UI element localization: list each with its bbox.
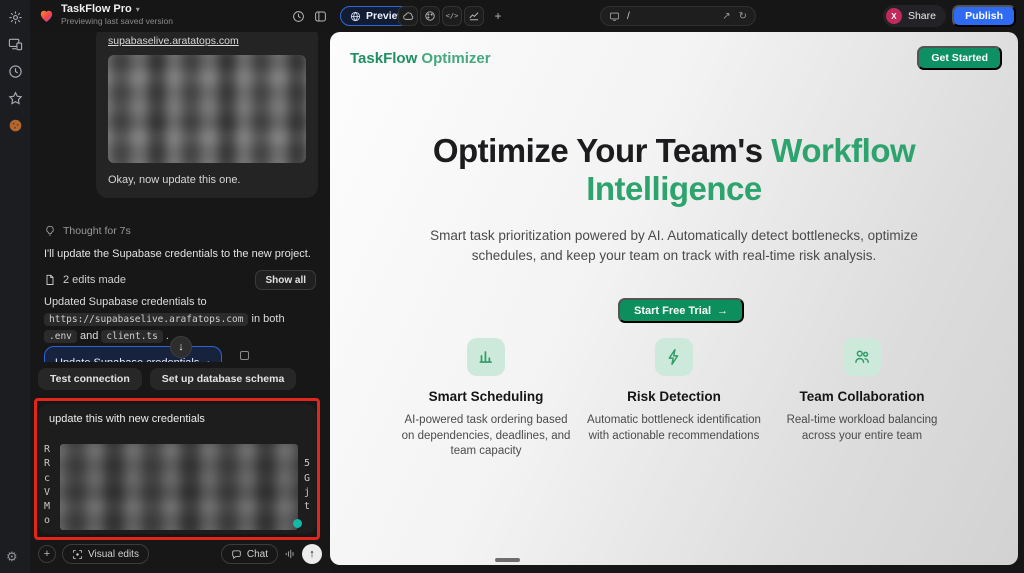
code-chip-env: .env [44, 330, 77, 343]
bar-chart-icon [467, 338, 505, 376]
url-path: / [627, 11, 630, 22]
feature-team-collaboration: Team Collaboration Real-time workload ba… [768, 338, 956, 460]
project-title: TaskFlow Pro [61, 3, 132, 15]
add-tab-icon[interactable]: + [488, 6, 508, 26]
feature-title: Risk Detection [627, 389, 721, 404]
code-chip-client: client.ts [101, 330, 162, 343]
chat-panel: supabaselive.aratatops.com Okay, now upd… [30, 32, 330, 573]
thought-row[interactable]: Thought for 7s [44, 225, 131, 237]
feature-title: Smart Scheduling [429, 389, 544, 404]
preview-panel: TaskFlow Optimizer Get Started Optimize … [330, 32, 1018, 565]
projects-icon[interactable] [6, 35, 24, 53]
left-rail: ⚙ [0, 0, 30, 573]
suggestion-test-connection[interactable]: Test connection [38, 368, 142, 390]
visual-edits-button[interactable]: Visual edits [62, 544, 149, 564]
edits-row: 2 edits made Show all [44, 270, 316, 290]
get-started-button[interactable]: Get Started [917, 46, 1002, 70]
horizontal-scrollbar[interactable] [495, 558, 520, 562]
show-all-button[interactable]: Show all [255, 270, 316, 290]
chat-input-text: update this with new credentials [49, 413, 305, 425]
globe-icon [350, 11, 361, 22]
analytics-chart-icon[interactable] [464, 6, 484, 26]
monitor-icon [609, 11, 620, 22]
hero-title: Optimize Your Team's Workflow Intelligen… [374, 132, 974, 208]
start-free-trial-button[interactable]: Start Free Trial → [618, 298, 744, 323]
input-controls: + Visual edits Chat ↑ [38, 544, 322, 564]
audio-waveform-icon[interactable] [284, 548, 296, 560]
feature-title: Team Collaboration [799, 389, 924, 404]
publish-button[interactable]: Publish [952, 5, 1016, 27]
edits-label: 2 edits made [63, 274, 126, 286]
settings-gear-icon[interactable]: ⚙ [6, 549, 18, 565]
thought-label: Thought for 7s [63, 225, 131, 237]
chat-bubble-icon [231, 549, 242, 560]
palette-icon[interactable] [420, 6, 440, 26]
attach-plus-button[interactable]: + [38, 545, 56, 563]
refresh-icon[interactable]: ↻ [739, 11, 747, 22]
users-icon [843, 338, 881, 376]
cloud-icon[interactable] [398, 6, 418, 26]
chat-footer: Test connection Set up database schema u… [30, 362, 330, 573]
user-message-bubble: supabaselive.aratatops.com Okay, now upd… [96, 32, 318, 198]
suggestion-setup-schema[interactable]: Set up database schema [150, 368, 297, 390]
code-chip-url: https://supabaselive.arafatops.com [44, 313, 248, 326]
send-button[interactable]: ↑ [302, 544, 322, 564]
avatar: X [886, 8, 902, 24]
code-icon[interactable]: </> [442, 6, 462, 26]
site-header: TaskFlow Optimizer Get Started [330, 32, 1018, 84]
scroll-to-bottom-button[interactable]: ↓ [170, 336, 192, 358]
pasted-credentials: R R5 cG Vj Mt o [44, 444, 310, 530]
assistant-message: I'll update the Supabase credentials to … [44, 248, 316, 260]
site-brand: TaskFlow Optimizer [350, 50, 491, 67]
project-subtitle: Previewing last saved version [61, 16, 173, 26]
chat-input[interactable]: update this with new credentials R R5 cG… [38, 404, 316, 534]
hero-subtitle: Smart task prioritization powered by AI.… [404, 226, 944, 266]
feature-desc: Automatic bottleneck identification with… [585, 413, 763, 444]
user-message-caption: Okay, now update this one. [108, 174, 306, 186]
feature-desc: Real-time workload balancing across your… [773, 413, 951, 444]
chat-mode-button[interactable]: Chat [221, 544, 278, 564]
action-checkbox[interactable] [240, 351, 249, 360]
external-link-icon[interactable]: ↗ [722, 11, 730, 22]
top-bar: TaskFlow Pro ▾ Previewing last saved ver… [30, 0, 1024, 32]
project-title-block[interactable]: TaskFlow Pro ▾ Previewing last saved ver… [61, 3, 173, 26]
user-message-link[interactable]: supabaselive.aratatops.com [108, 35, 239, 47]
url-bar[interactable]: / ↗ ↻ [600, 6, 756, 26]
feature-smart-scheduling: Smart Scheduling AI-powered task orderin… [392, 338, 580, 460]
feature-risk-detection: Risk Detection Automatic bottleneck iden… [580, 338, 768, 460]
status-dot [293, 519, 302, 528]
features-row: Smart Scheduling AI-powered task orderin… [330, 338, 1018, 460]
file-edit-icon [44, 274, 56, 286]
history-clock-icon[interactable] [288, 6, 308, 26]
lightbulb-icon [44, 225, 56, 237]
visual-edit-scan-icon [72, 549, 83, 560]
history-icon[interactable] [6, 62, 24, 80]
zap-icon [655, 338, 693, 376]
feature-desc: AI-powered task ordering based on depend… [397, 413, 575, 460]
arrow-right-icon: → [717, 305, 728, 317]
share-button[interactable]: X Share [883, 5, 946, 27]
cookie-icon[interactable] [6, 116, 24, 134]
workspace-icon[interactable] [6, 8, 24, 26]
lovable-logo-icon[interactable] [38, 7, 55, 24]
star-icon[interactable] [6, 89, 24, 107]
panel-layout-icon[interactable] [310, 6, 330, 26]
app-screen: ⚙ TaskFlow Pro ▾ Previewing last saved v… [0, 0, 1024, 573]
chevron-down-icon: ▾ [136, 5, 140, 14]
redacted-screenshot [108, 55, 306, 163]
